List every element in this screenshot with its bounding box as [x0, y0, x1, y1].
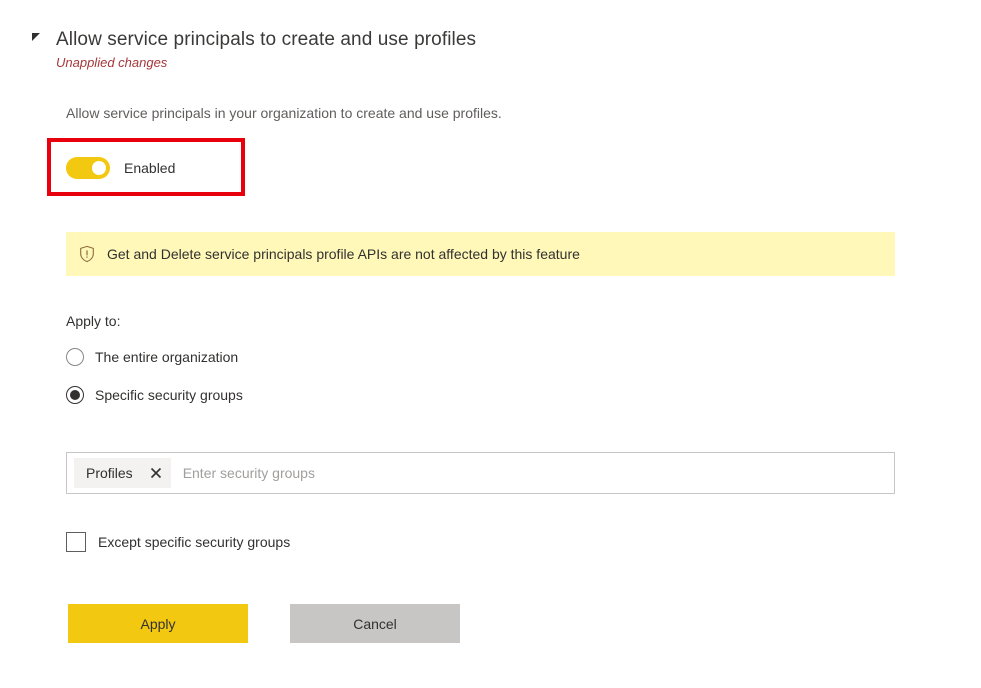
action-button-row: Apply Cancel — [68, 604, 460, 643]
setting-header: Allow service principals to create and u… — [30, 27, 476, 72]
apply-to-label: Apply to: — [66, 311, 120, 331]
service-principal-profiles-setting-panel: Allow service principals to create and u… — [0, 0, 981, 688]
security-group-tag-profiles[interactable]: Profiles — [74, 458, 171, 488]
radio-label: The entire organization — [95, 347, 238, 367]
enabled-toggle[interactable] — [66, 157, 110, 179]
radio-entire-organization[interactable]: The entire organization — [66, 347, 243, 367]
setting-title: Allow service principals to create and u… — [56, 27, 476, 52]
enabled-toggle-row[interactable]: Enabled — [66, 157, 175, 179]
security-groups-input[interactable] — [183, 463, 894, 483]
except-specific-security-groups-checkbox-row[interactable]: Except specific security groups — [66, 532, 290, 552]
apply-to-radio-group: The entire organization Specific securit… — [66, 347, 243, 423]
radio-mark — [66, 386, 84, 404]
tag-label: Profiles — [86, 463, 133, 483]
radio-label: Specific security groups — [95, 385, 243, 405]
toggle-knob — [92, 161, 106, 175]
unapplied-changes-note: Unapplied changes — [56, 54, 476, 72]
apply-button[interactable]: Apply — [68, 604, 248, 643]
setting-header-text: Allow service principals to create and u… — [56, 27, 476, 72]
cancel-button[interactable]: Cancel — [290, 604, 460, 643]
security-groups-picker[interactable]: Profiles — [66, 452, 895, 494]
info-banner-text: Get and Delete service principals profil… — [107, 244, 580, 264]
checkbox-label: Except specific security groups — [98, 532, 290, 552]
toggle-state-label: Enabled — [124, 158, 175, 178]
radio-specific-security-groups[interactable]: Specific security groups — [66, 385, 243, 405]
checkbox-mark[interactable] — [66, 532, 86, 552]
shield-alert-icon — [78, 245, 96, 263]
close-icon[interactable] — [147, 464, 165, 482]
radio-mark — [66, 348, 84, 366]
setting-description: Allow service principals in your organiz… — [66, 103, 502, 123]
info-banner: Get and Delete service principals profil… — [66, 232, 895, 276]
triangle-collapse-icon[interactable] — [30, 31, 42, 51]
